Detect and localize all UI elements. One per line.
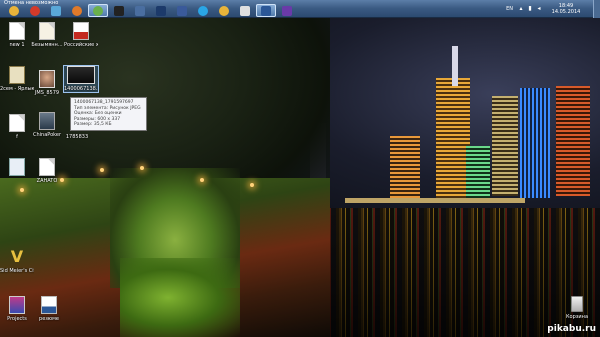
desktop-icon[interactable]: ZAHATO xyxy=(30,158,64,184)
photo-file-icon xyxy=(39,70,55,88)
word-document-icon xyxy=(41,296,57,314)
system-tray: EN ▴ ▮ ◂ 18:49 14.05.2014 xyxy=(506,0,600,18)
taskbar-button[interactable] xyxy=(4,4,24,17)
taskbar-button[interactable] xyxy=(46,4,66,17)
projects-folder-icon xyxy=(9,296,25,314)
desktop-icon[interactable]: Projects xyxy=(0,296,34,322)
civilization-icon: V xyxy=(10,247,24,266)
skyscraper xyxy=(556,86,590,196)
desktop-icon-label: 1400067138... xyxy=(64,86,98,92)
desktop-icon-label: ChinaPoker xyxy=(32,132,62,138)
desktop-icon-label: 1785833 xyxy=(65,134,89,140)
skyscraper xyxy=(520,88,550,198)
paint-icon xyxy=(240,5,250,16)
taskbar-button[interactable] xyxy=(151,4,171,17)
taskbar-button[interactable] xyxy=(130,4,150,17)
recycle-bin[interactable]: Корзина xyxy=(560,296,594,320)
show-desktop-button[interactable] xyxy=(593,0,600,18)
language-indicator[interactable]: EN xyxy=(506,6,513,12)
street-lamp xyxy=(20,188,24,192)
network-signal-icon[interactable]: ▮ xyxy=(527,6,533,12)
chinapoker-icon xyxy=(39,112,55,130)
pdf-file-icon xyxy=(73,22,89,40)
desktop-icon-label: Российские железные... xyxy=(64,42,98,48)
clock-date: 14.05.2014 xyxy=(551,9,581,15)
volume-icon[interactable]: ◂ xyxy=(536,6,542,12)
desktop-icon-label: Безымянн... xyxy=(31,42,63,48)
desktop-icon[interactable]: 1785833 xyxy=(60,132,94,140)
tooltip-size: Размер: 35,5 КБ xyxy=(74,122,112,128)
skyscraper xyxy=(436,78,470,198)
desktop-icon[interactable]: 2сем - Ярлык xyxy=(0,66,34,92)
skyscraper xyxy=(466,146,490,198)
chrome-icon xyxy=(9,5,19,16)
desktop-icon-label: 2сем - Ярлык xyxy=(0,86,34,92)
poker-icon xyxy=(30,5,40,16)
taskbar-button[interactable] xyxy=(256,4,276,17)
desktop-icon[interactable]: Безымянн... xyxy=(30,22,64,48)
taskbar-button[interactable] xyxy=(214,4,234,17)
file-tooltip: 1400067138_1791597697 Тип элемента: Рису… xyxy=(70,97,147,131)
taskbar-button[interactable] xyxy=(193,4,213,17)
taskbar-button[interactable] xyxy=(25,4,45,17)
tooltip-filename: 1400067138_1791597697 xyxy=(74,100,134,105)
desktop-icon-label: Projects xyxy=(7,316,27,322)
desktop-icon[interactable]: new 1 xyxy=(0,22,34,48)
image-thumbnail-icon xyxy=(67,66,95,84)
desktop-icon-label: резюме xyxy=(39,316,59,322)
desktop-icon[interactable]: Российские железные... xyxy=(64,22,98,48)
taskbar-button[interactable] xyxy=(235,4,255,17)
bridge xyxy=(345,198,525,203)
street-lamp xyxy=(200,178,204,182)
street-lamp xyxy=(100,168,104,172)
desktop-icon-label: Sid Meier's Civilization... xyxy=(0,268,34,274)
desktop-icon-label: Корзина xyxy=(565,314,589,320)
tray-arrow-icon[interactable]: ▴ xyxy=(518,6,524,12)
visual-studio-icon xyxy=(282,5,292,16)
image-file-icon xyxy=(39,22,55,40)
taskbar-button[interactable] xyxy=(277,4,297,17)
desktop-icon-label: f xyxy=(16,134,18,140)
word-icon xyxy=(261,5,271,16)
taskbar-button[interactable] xyxy=(172,4,192,17)
network-icon xyxy=(51,5,61,16)
skype-icon xyxy=(198,5,208,16)
recycle-bin-icon xyxy=(571,296,583,312)
document-icon xyxy=(39,158,55,176)
desktop-icon[interactable]: JMS_8579 xyxy=(30,70,64,96)
taskbar-apps xyxy=(4,4,297,18)
utorrent-icon xyxy=(93,5,103,16)
watermark: pikabu.ru xyxy=(547,324,596,334)
chrome2-icon xyxy=(219,5,229,16)
firefox-icon xyxy=(72,5,82,16)
photoshop-icon xyxy=(156,5,166,16)
desktop-icon[interactable] xyxy=(0,158,34,178)
desktop-icon-label: new 1 xyxy=(9,42,25,48)
taskbar-button[interactable] xyxy=(67,4,87,17)
desktop-icon-label: JMS_8579 xyxy=(34,90,60,96)
taskbar-button[interactable] xyxy=(88,4,108,17)
terminal-icon xyxy=(114,5,124,16)
taskbar: Отмена невозможно EN ▴ ▮ ◂ 18:49 14.05.2… xyxy=(0,0,600,18)
desktop-icon[interactable]: f xyxy=(0,114,34,140)
skyscraper xyxy=(492,96,518,196)
clock[interactable]: 18:49 14.05.2014 xyxy=(545,3,587,15)
shortcut-folder-icon xyxy=(9,66,25,84)
desktop-icon-label: ZAHATO xyxy=(36,178,58,184)
taskbar-button[interactable] xyxy=(109,4,129,17)
virtualbox-icon xyxy=(135,5,145,16)
street-lamp xyxy=(250,183,254,187)
app-shortcut-icon xyxy=(9,158,25,176)
desktop-icon[interactable]: резюме xyxy=(32,296,66,322)
desktop-icon[interactable]: ChinaPoker xyxy=(30,112,64,138)
skyscraper xyxy=(390,136,420,198)
desktop-icon[interactable]: V Sid Meier's Civilization... xyxy=(0,247,34,275)
text-file-icon xyxy=(9,114,25,132)
floppy-icon xyxy=(177,5,187,16)
skyscraper xyxy=(452,46,458,86)
desktop-icon-selected[interactable]: 1400067138... xyxy=(63,65,99,93)
street-lamp xyxy=(140,166,144,170)
text-file-icon xyxy=(9,22,25,40)
